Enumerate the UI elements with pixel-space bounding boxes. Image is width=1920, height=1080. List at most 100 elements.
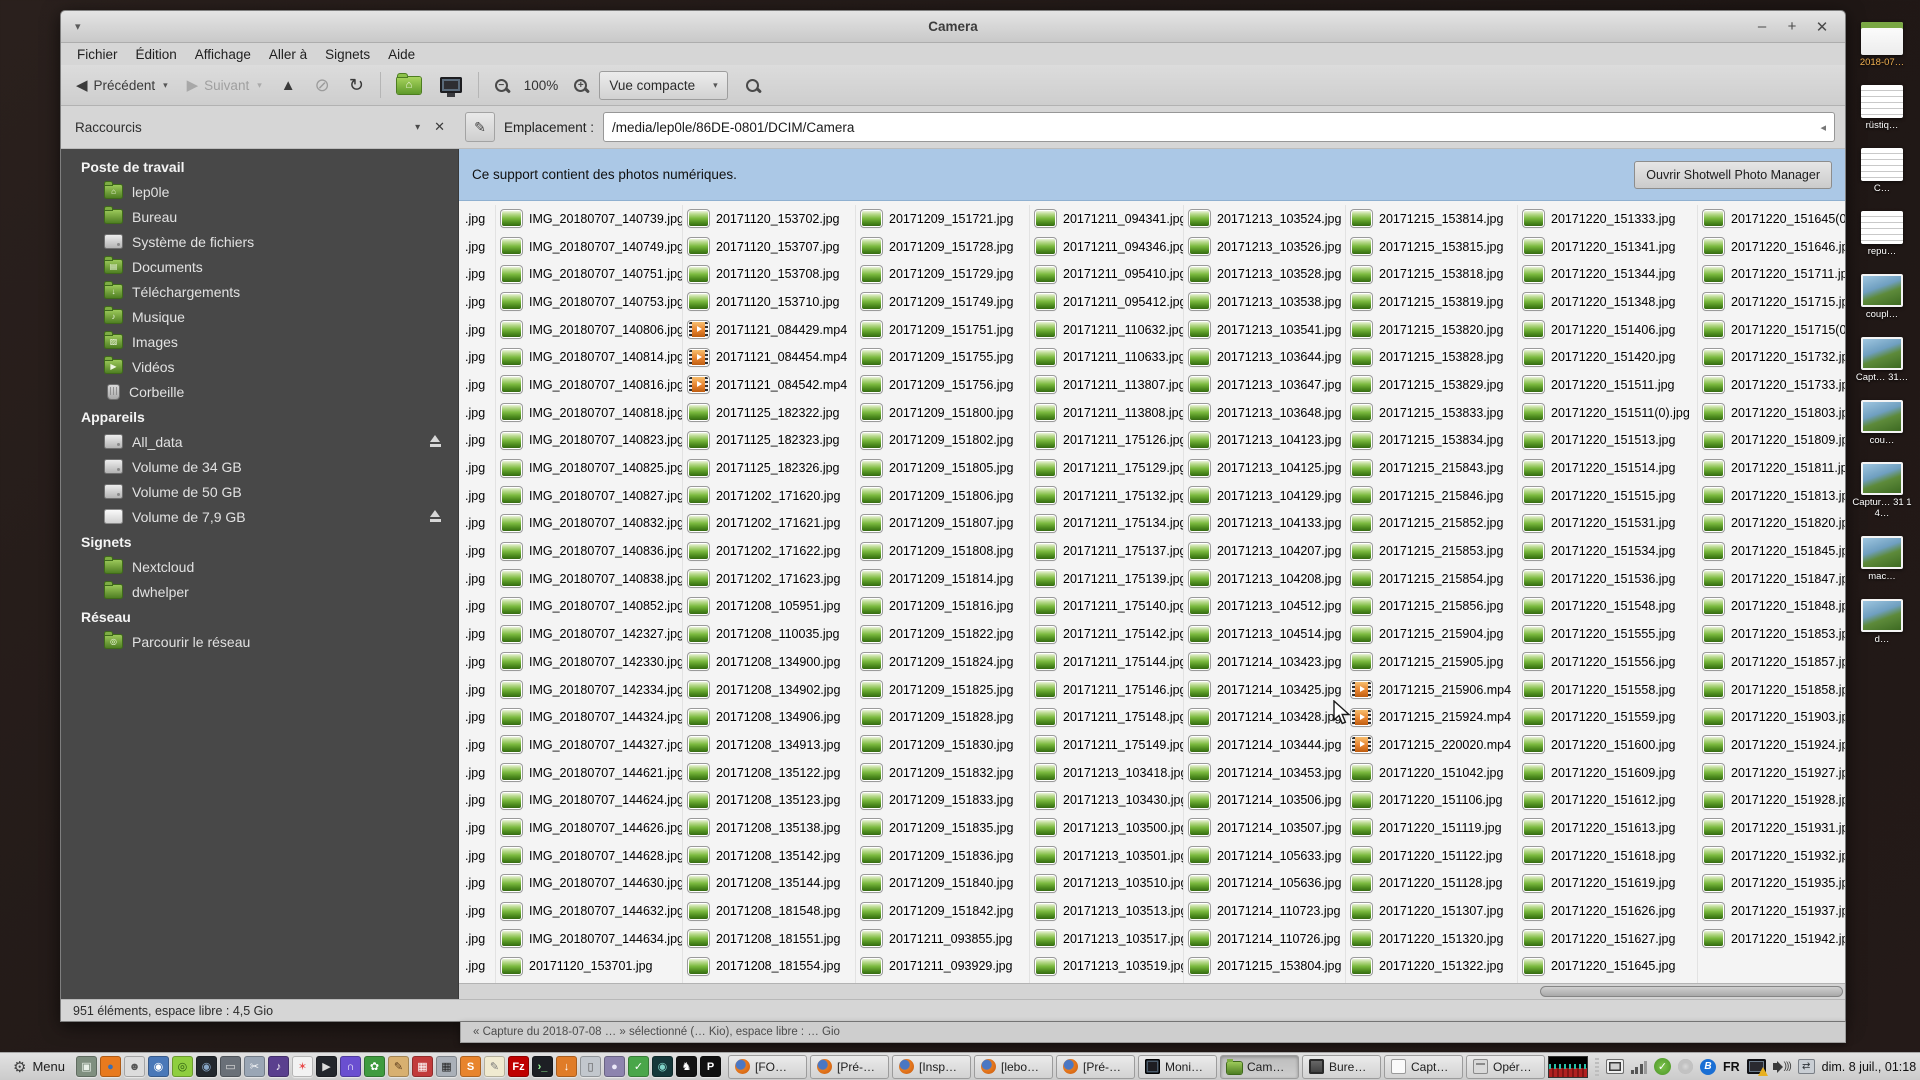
zoom-in-button[interactable]: + [567, 70, 594, 100]
file-item[interactable]: 20171220_151732.jpg [1698, 343, 1845, 371]
titlebar[interactable]: ▾ Camera – + ✕ [61, 11, 1845, 43]
desktop-icon-cou[interactable]: cou… [1845, 399, 1919, 447]
file-item[interactable]: 20171220_151559.jpg [1518, 703, 1697, 731]
file-item[interactable]: .jpg [459, 288, 495, 316]
file-item[interactable]: .jpg [459, 343, 495, 371]
file-item[interactable]: 20171213_103526.jpg [1184, 233, 1345, 261]
file-item[interactable]: 20171202_171621.jpg [683, 510, 855, 538]
menu-dition[interactable]: Édition [128, 45, 185, 64]
signal-strength-icon[interactable] [1630, 1059, 1647, 1074]
file-item[interactable]: 20171220_151733.jpg [1698, 371, 1845, 399]
file-item[interactable]: 20171209_151814.jpg [856, 565, 1029, 593]
open-shotwell-button[interactable]: Ouvrir Shotwell Photo Manager [1634, 160, 1832, 189]
file-item[interactable]: .jpg [459, 233, 495, 261]
file-item[interactable]: 20171215_215853.jpg [1346, 537, 1517, 565]
file-item[interactable]: .jpg [459, 870, 495, 898]
file-item[interactable]: 20171220_151536.jpg [1518, 565, 1697, 593]
file-item[interactable]: 20171215_215852.jpg [1346, 510, 1517, 538]
file-item[interactable]: 20171209_151832.jpg [856, 759, 1029, 787]
downloader-icon[interactable]: ↓ [555, 1056, 577, 1077]
file-item[interactable]: 20171209_151816.jpg [856, 593, 1029, 621]
file-item[interactable]: 20171209_151721.jpg [856, 205, 1029, 233]
file-item[interactable]: 20171211_094341.jpg [1030, 205, 1183, 233]
file-item[interactable]: 20171209_151830.jpg [856, 731, 1029, 759]
file-item[interactable]: 20171211_175144.jpg [1030, 648, 1183, 676]
device-icon[interactable]: ▯ [579, 1056, 601, 1077]
file-item[interactable]: 20171214_105636.jpg [1184, 870, 1345, 898]
back-dropdown-caret-icon[interactable]: ▾ [163, 80, 168, 91]
file-item[interactable]: 20171211_093929.jpg [856, 953, 1029, 981]
volume-icon[interactable]: ))) [1772, 1060, 1792, 1073]
file-item[interactable]: IMG_20180707_144621.jpg [496, 759, 682, 787]
file-item[interactable]: 20171209_151835.jpg [856, 814, 1029, 842]
file-item[interactable]: .jpg [459, 510, 495, 538]
file-item[interactable]: 20171220_151845.jpg [1698, 537, 1845, 565]
bluetooth-icon[interactable]: B [1699, 1058, 1716, 1075]
file-item[interactable]: 20171220_151847.jpg [1698, 565, 1845, 593]
file-item[interactable]: 20171220_151558.jpg [1518, 676, 1697, 704]
file-item[interactable]: IMG_20180707_140816.jpg [496, 371, 682, 399]
clock[interactable]: dim. 8 juil., 01:18 [1822, 1060, 1917, 1074]
file-item[interactable]: 20171211_094346.jpg [1030, 233, 1183, 261]
file-item[interactable]: 20171214_103428.jpg [1184, 703, 1345, 731]
file-item[interactable]: 20171202_171623.jpg [683, 565, 855, 593]
file-item[interactable]: IMG_20180707_144626.jpg [496, 814, 682, 842]
taskbar-window-op-r[interactable]: Opér… [1465, 1054, 1545, 1079]
file-item[interactable]: IMG_20180707_140836.jpg [496, 537, 682, 565]
file-item[interactable]: .jpg [459, 814, 495, 842]
file-item[interactable]: 20171215_215856.jpg [1346, 593, 1517, 621]
file-item[interactable]: 20171209_151840.jpg [856, 870, 1029, 898]
file-item[interactable]: 20171220_151515.jpg [1518, 482, 1697, 510]
small-monitor-icon[interactable]: ▭ [219, 1056, 241, 1077]
file-item[interactable]: 20171220_151858.jpg [1698, 676, 1845, 704]
file-item[interactable]: 20171213_103648.jpg [1184, 399, 1345, 427]
pen-icon[interactable]: ✎ [387, 1056, 409, 1077]
file-item[interactable]: 20171209_151802.jpg [856, 427, 1029, 455]
file-item[interactable]: 20171208_134906.jpg [683, 703, 855, 731]
file-item[interactable]: 20171125_182326.jpg [683, 454, 855, 482]
file-item[interactable]: 20171211_175146.jpg [1030, 676, 1183, 704]
file-item[interactable]: 20171213_103538.jpg [1184, 288, 1345, 316]
file-item[interactable]: 20171214_103506.jpg [1184, 786, 1345, 814]
sidebar-item-lep0le[interactable]: ⌂ lep0le [61, 179, 458, 204]
file-item[interactable]: 20171215_220020.mp4 [1346, 731, 1517, 759]
file-item[interactable]: 20171208_181551.jpg [683, 925, 855, 953]
taskbar-window-cam[interactable]: Cam… [1219, 1054, 1299, 1079]
sidebar-item-syst-me-de-fichiers[interactable]: Système de fichiers [61, 229, 458, 254]
file-item[interactable]: IMG_20180707_144327.jpg [496, 731, 682, 759]
file-item[interactable]: IMG_20180707_142330.jpg [496, 648, 682, 676]
file-item[interactable]: 20171208_135138.jpg [683, 814, 855, 842]
file-item[interactable]: .jpg [459, 676, 495, 704]
taskbar-window-bure[interactable]: Bure… [1301, 1054, 1381, 1079]
file-item[interactable]: 20171121_084429.mp4 [683, 316, 855, 344]
file-item[interactable]: 20171220_151645.jpg [1518, 953, 1697, 981]
file-item[interactable]: IMG_20180707_140823.jpg [496, 427, 682, 455]
file-item[interactable]: IMG_20180707_140814.jpg [496, 343, 682, 371]
file-item[interactable]: .jpg [459, 399, 495, 427]
file-item[interactable]: 20171220_151534.jpg [1518, 537, 1697, 565]
file-item[interactable]: .jpg [459, 620, 495, 648]
show-desktop-icon[interactable]: ▣ [75, 1056, 97, 1077]
file-item[interactable]: 20171120_153701.jpg [496, 953, 682, 981]
file-item[interactable]: 20171214_105633.jpg [1184, 842, 1345, 870]
file-item[interactable]: 20171220_151420.jpg [1518, 343, 1697, 371]
file-item[interactable]: 20171220_151932.jpg [1698, 842, 1845, 870]
file-item[interactable]: 20171214_103444.jpg [1184, 731, 1345, 759]
search-button[interactable] [739, 70, 766, 100]
file-item[interactable]: 20171209_151729.jpg [856, 260, 1029, 288]
eject-icon[interactable] [429, 435, 442, 448]
file-item[interactable]: 20171215_215846.jpg [1346, 482, 1517, 510]
file-item[interactable]: 20171213_104125.jpg [1184, 454, 1345, 482]
file-item[interactable]: 20171121_084454.mp4 [683, 343, 855, 371]
file-item[interactable]: 20171214_110726.jpg [1184, 925, 1345, 953]
file-item[interactable]: 20171211_175148.jpg [1030, 703, 1183, 731]
file-item[interactable]: 20171209_151808.jpg [856, 537, 1029, 565]
file-item[interactable]: 20171220_151122.jpg [1346, 842, 1517, 870]
file-item[interactable]: 20171220_151513.jpg [1518, 427, 1697, 455]
photos-pinwheel-icon[interactable]: ✶ [291, 1056, 313, 1077]
taskbar-window-capt[interactable]: Capt… [1383, 1054, 1463, 1079]
file-item[interactable]: 20171213_103430.jpg [1030, 786, 1183, 814]
file-item[interactable]: 20171208_134902.jpg [683, 676, 855, 704]
file-item[interactable]: IMG_20180707_140852.jpg [496, 593, 682, 621]
file-item[interactable]: 20171220_151903.jpg [1698, 703, 1845, 731]
